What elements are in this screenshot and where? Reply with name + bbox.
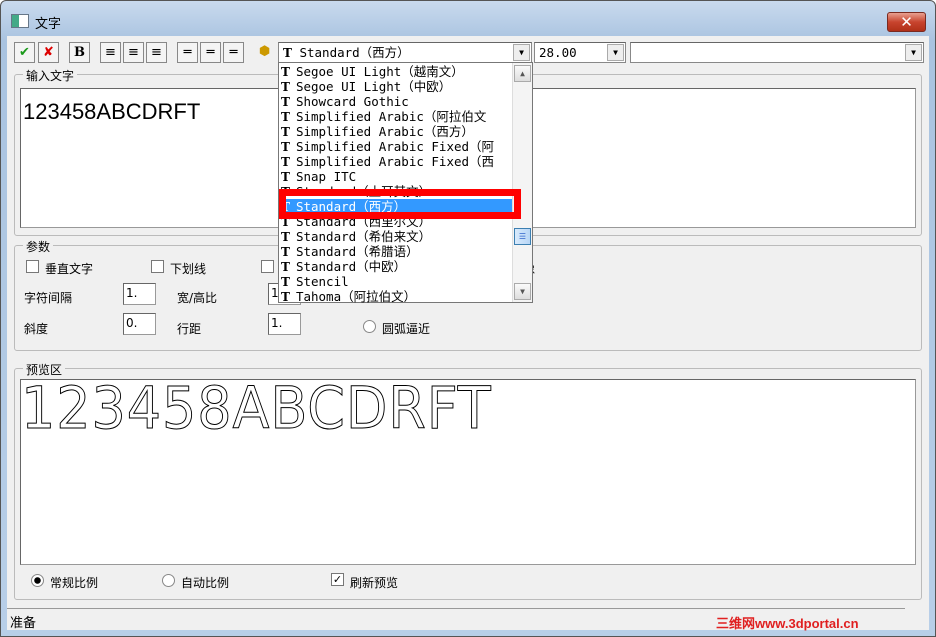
font-list-item-label: Standard（希腊语） [295, 244, 419, 259]
truetype-icon: T [281, 290, 290, 304]
preview-area: 123458ABCDRFT [20, 379, 916, 565]
truetype-icon: T [281, 80, 290, 94]
font-list-item[interactable]: T Simplified Arabic（西方） [279, 124, 513, 139]
font-list-item[interactable]: T Simplified Arabic Fixed（西 [279, 154, 513, 169]
font-list-item-label: Standard（中欧） [295, 259, 407, 274]
truetype-icon: T [281, 245, 290, 259]
font-list-item[interactable]: T Standard（希伯来文） [279, 229, 513, 244]
truetype-icon: T [283, 46, 292, 60]
line-spacing-input[interactable]: 1. [268, 313, 301, 335]
font-list-item-label: Snap ITC [295, 169, 357, 184]
vertical-checkbox[interactable] [26, 260, 39, 273]
font-list-item[interactable]: T Standard（希腊语） [279, 244, 513, 259]
chevron-down-icon[interactable]: ▼ [607, 44, 624, 61]
preview-group-label: 预览区 [23, 361, 66, 378]
font-list-item-label: Simplified Arabic（阿拉伯文 [295, 109, 487, 124]
app-icon [11, 14, 29, 28]
font-select[interactable]: T Standard（西方） ▼ [278, 42, 532, 63]
truetype-icon: T [281, 65, 290, 79]
scroll-up-icon[interactable]: ▲ [514, 65, 531, 82]
close-button[interactable]: ✕ [887, 12, 926, 32]
valign-middle-icon[interactable]: ═ [200, 42, 221, 63]
scrollbar[interactable]: ▲ ☰ ▼ [512, 63, 532, 302]
scroll-down-icon[interactable]: ▼ [514, 283, 531, 300]
ok-check-icon[interactable]: ✔ [14, 42, 35, 63]
params-group-label: 参数 [23, 238, 54, 255]
char-spacing-input[interactable]: 1. [123, 283, 156, 305]
auto-ratio-label: 自动比例 [181, 576, 230, 590]
font-list-item[interactable]: T Showcard Gothic [279, 94, 513, 109]
truetype-icon: T [281, 275, 290, 289]
slant-label: 斜度 [24, 322, 49, 336]
truetype-icon: T [281, 110, 290, 124]
font-list-item[interactable]: T Snap ITC [279, 169, 513, 184]
font-list-item-label: Segoe UI Light（中欧） [295, 79, 452, 94]
font-list-item-label: Showcard Gothic [295, 94, 409, 109]
font-list-item-label: Simplified Arabic（西方） [295, 124, 474, 139]
font-list-item-label: Simplified Arabic Fixed（阿 [295, 139, 495, 154]
font-list-item-label: Tahoma（阿拉伯文） [295, 289, 417, 304]
truetype-icon: T [281, 155, 290, 169]
font-list-item-label: Standard（希伯来文） [295, 229, 432, 244]
truetype-icon: T [281, 230, 290, 244]
char-spacing-label: 字符间隔 [24, 291, 73, 305]
refresh-checkbox[interactable]: ✓ [331, 573, 344, 586]
bold-button[interactable]: B [69, 42, 90, 63]
font-list-item[interactable]: T Simplified Arabic（阿拉伯文 [279, 109, 513, 124]
option-checkbox[interactable] [261, 260, 274, 273]
truetype-icon: T [281, 95, 290, 109]
arc-radio[interactable] [363, 320, 376, 333]
aspect-label: 宽/高比 [177, 291, 218, 305]
window-title: 文字 [35, 17, 62, 32]
align-right-icon[interactable]: ≡ [146, 42, 167, 63]
font-list-item[interactable]: T Tahoma（阿拉伯文） [279, 289, 513, 304]
font-value: Standard（西方） [299, 45, 410, 60]
font-list-item[interactable]: T Segoe UI Light（越南文） [279, 64, 513, 79]
font-list-item[interactable]: T Standard（中欧） [279, 259, 513, 274]
normal-ratio-label: 常规比例 [50, 576, 99, 590]
font-list-item-label: Simplified Arabic Fixed（西 [295, 154, 495, 169]
normal-ratio-radio[interactable] [31, 574, 44, 587]
font-dropdown-list[interactable]: T Segoe UI Light（越南文） T Segoe UI Light（中欧） T… [278, 62, 533, 304]
scroll-thumb[interactable]: ☰ [514, 228, 531, 245]
font-list-item-label: Stencil [295, 274, 349, 289]
truetype-icon: T [281, 260, 290, 274]
slant-input[interactable]: 0. [123, 313, 156, 335]
font-list-item[interactable]: T Simplified Arabic Fixed（阿 [279, 139, 513, 154]
cancel-x-icon[interactable]: ✘ [38, 42, 59, 63]
font-list-item[interactable]: T Stencil [279, 274, 513, 289]
selection-highlight-box [279, 189, 521, 219]
underline-checkbox[interactable] [151, 260, 164, 273]
align-left-icon[interactable]: ≡ [100, 42, 121, 63]
line-spacing-label: 行距 [177, 322, 202, 336]
preview-text: 123458ABCDRFT [21, 379, 492, 442]
symbol-icon[interactable]: ⬢ [254, 42, 275, 63]
valign-bottom-icon[interactable]: ═ [223, 42, 244, 63]
status-text: 准备 [10, 616, 37, 631]
refresh-label: 刷新预览 [350, 576, 399, 590]
align-center-icon[interactable]: ≡ [123, 42, 144, 63]
chevron-down-icon[interactable]: ▼ [905, 44, 922, 61]
extra-select[interactable]: ▼ [630, 42, 924, 63]
valign-top-icon[interactable]: ═ [177, 42, 198, 63]
input-group-label: 输入文字 [23, 67, 78, 84]
auto-ratio-radio[interactable] [162, 574, 175, 587]
size-value: 28.00 [539, 45, 577, 60]
size-select[interactable]: 28.00 ▼ [534, 42, 626, 63]
vertical-label: 垂直文字 [45, 262, 94, 276]
truetype-icon: T [281, 125, 290, 139]
chevron-down-icon[interactable]: ▼ [513, 44, 530, 61]
font-list-item-label: Segoe UI Light（越南文） [295, 64, 464, 79]
truetype-icon: T [281, 140, 290, 154]
font-list-item[interactable]: T Segoe UI Light（中欧） [279, 79, 513, 94]
truetype-icon: T [281, 170, 290, 184]
arc-label: 圆弧逼近 [382, 322, 431, 336]
underline-label: 下划线 [170, 262, 207, 276]
watermark-logo: 三维网www.3dportal.cn [716, 616, 859, 631]
